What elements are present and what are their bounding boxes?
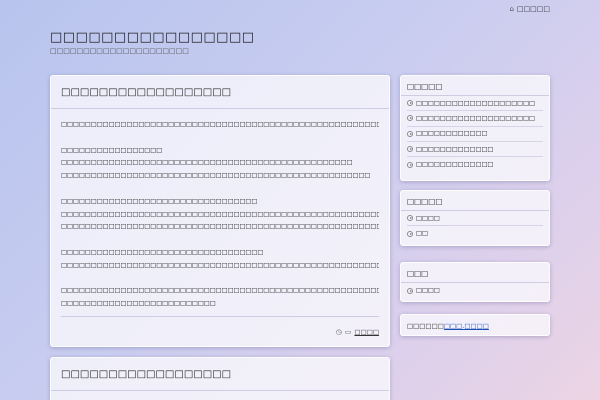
top-link[interactable]: ⌂ □□□□□ bbox=[509, 5, 550, 13]
post-paragraph: □□□□□□□□□□□□□□□□□□□□□□□□□□□□□□□□□□ □□□□□… bbox=[61, 247, 379, 273]
post-text-line: □□□□□□□□□□□□□□□□□□□□□□□□□□□□□□□□□□□□□□□□… bbox=[61, 159, 353, 167]
credit-link[interactable]: □□□.□□□□ bbox=[444, 322, 489, 330]
widget-list-item[interactable]: □□ bbox=[407, 226, 543, 241]
post-paragraph: □□□□□□□□□□□□□□□□□□□□□□□□□□□□□□□□□□□□□□□□… bbox=[61, 119, 379, 132]
folder-icon: ▭ bbox=[344, 327, 352, 336]
post-card: □□□□□□□□□□□□□□□□□□ □□□□□□□□□□□□□□□□□□□□□… bbox=[50, 75, 390, 347]
widget-item-label: □□□□ bbox=[416, 214, 440, 222]
post-text-line: □□□□□□□□□□□□□□□□□□□□□□□□□□□□□□□□□□□□□□□□… bbox=[61, 261, 379, 269]
post-text-line: □□□□□□□□□□□□□□□□□ bbox=[61, 146, 163, 154]
bullet-icon bbox=[407, 115, 413, 122]
widget-list-item[interactable]: □□□□ bbox=[407, 211, 543, 227]
sidebar-widget-archives: □□□□□ □□□□ □□ bbox=[400, 190, 550, 246]
post-paragraph: □□□□□□□□□□□□□□□□□□□□□□□□□□□□□□□□□ □□□□□□… bbox=[61, 196, 379, 234]
widget-title: □□□ bbox=[401, 263, 549, 283]
post-body: □□□□□□□□□□□□□□□□□□□□□□□□□□□□□□□□□□□□□□□□… bbox=[51, 109, 389, 311]
widget-item-label: □□□□□□□□□□□□□□□□□□□□ bbox=[416, 114, 535, 122]
widget-item-label: □□□□□□□□□□□□□ bbox=[416, 145, 494, 153]
post-text-line: □□□□□□□□□□□□□□□□□□□□□□□□□□ bbox=[61, 300, 216, 308]
post-text-line: □□□□□□□□□□□□□□□□□□□□□□□□□□□□□□□□□□□□□□□□… bbox=[61, 172, 371, 180]
widget-list-item[interactable]: □□□□ bbox=[407, 283, 543, 298]
bullet-icon bbox=[407, 146, 413, 153]
post-paragraph: □□□□□□□□□□□□□□□□□ □□□□□□□□□□□□□□□□□□□□□□… bbox=[61, 145, 379, 183]
top-link-label: □□□□□ bbox=[516, 5, 550, 13]
post-text-line: □□□□□□□□□□□□□□□□□□□□□□□□□□□□□□□□□□□□□□□□… bbox=[61, 287, 379, 295]
widget-item-label: □□□□□□□□□□□□ bbox=[416, 130, 488, 138]
sidebar-widget-credit: □□□□□□□□□.□□□□ bbox=[400, 314, 550, 336]
widget-title: □□□□□ bbox=[401, 191, 549, 211]
widget-item-label: □□ bbox=[416, 230, 428, 238]
widget-list-item[interactable]: □□□□□□□□□□□□□ bbox=[407, 142, 543, 158]
bullet-icon bbox=[407, 100, 413, 107]
widget-list-item[interactable]: □□□□□□□□□□□□□□□□□□□□ bbox=[407, 111, 543, 127]
post-text-line: □□□□□□□□□□□□□□□□□□□□□□□□□□□□□□□□□□□□□□□□… bbox=[61, 223, 379, 231]
post-text-line: □□□□□□□□□□□□□□□□□□□□□□□□□□□□□□□□□ bbox=[61, 197, 258, 205]
post-card: □□□□□□□□□□□□□□□□□□ bbox=[50, 357, 390, 400]
sidebar-widget-categories: □□□ □□□□ bbox=[400, 262, 550, 302]
widget-item-label: □□□□ bbox=[416, 287, 440, 295]
bullet-icon bbox=[407, 130, 413, 137]
post-title[interactable]: □□□□□□□□□□□□□□□□□□ bbox=[51, 76, 389, 109]
site-title[interactable]: □□□□□□□□□□□□□□□□ bbox=[50, 30, 255, 45]
clock-icon: ◷ bbox=[335, 327, 342, 336]
widget-list-item[interactable]: □□□□□□□□□□□□□ bbox=[407, 157, 543, 172]
post-footer: ◷ ▭ □□□□ bbox=[61, 316, 379, 346]
widget-item-label: □□□□□□□□□□□□□ bbox=[416, 161, 494, 169]
sidebar-widget-recent: □□□□□ □□□□□□□□□□□□□□□□□□□□ □□□□□□□□□□□□□… bbox=[400, 75, 550, 181]
site-description: □□□□□□□□□□□□□□□□□□□□□ bbox=[50, 47, 189, 55]
bullet-icon bbox=[407, 230, 413, 237]
widget-list-item[interactable]: □□□□□□□□□□□□□□□□□□□□ bbox=[407, 96, 543, 112]
credit-row: □□□□□□□□□.□□□□ bbox=[401, 315, 549, 337]
post-paragraph: □□□□□□□□□□□□□□□□□□□□□□□□□□□□□□□□□□□□□□□□… bbox=[61, 285, 379, 311]
post-text-line: □□□□□□□□□□□□□□□□□□□□□□□□□□□□□□□□□□□□□□□□… bbox=[61, 210, 379, 218]
widget-title: □□□□□ bbox=[401, 76, 549, 96]
post-text-line: □□□□□□□□□□□□□□□□□□□□□□□□□□□□□□□□□□ bbox=[61, 248, 264, 256]
post-title[interactable]: □□□□□□□□□□□□□□□□□□ bbox=[51, 358, 389, 391]
bullet-icon bbox=[407, 161, 413, 168]
bullet-icon bbox=[407, 287, 413, 294]
post-text-line: □□□□□□□□□□□□□□□□□□□□□□□□□□□□□□□□□□□□□□□□… bbox=[61, 121, 379, 128]
post-category-link[interactable]: □□□□ bbox=[354, 328, 379, 336]
widget-list-item[interactable]: □□□□□□□□□□□□ bbox=[407, 127, 543, 142]
widget-item-label: □□□□□□□□□□□□□□□□□□□□ bbox=[416, 99, 535, 107]
bullet-icon bbox=[407, 215, 413, 222]
home-icon: ⌂ bbox=[509, 5, 514, 13]
credit-prefix: □□□□□□ bbox=[407, 322, 444, 330]
